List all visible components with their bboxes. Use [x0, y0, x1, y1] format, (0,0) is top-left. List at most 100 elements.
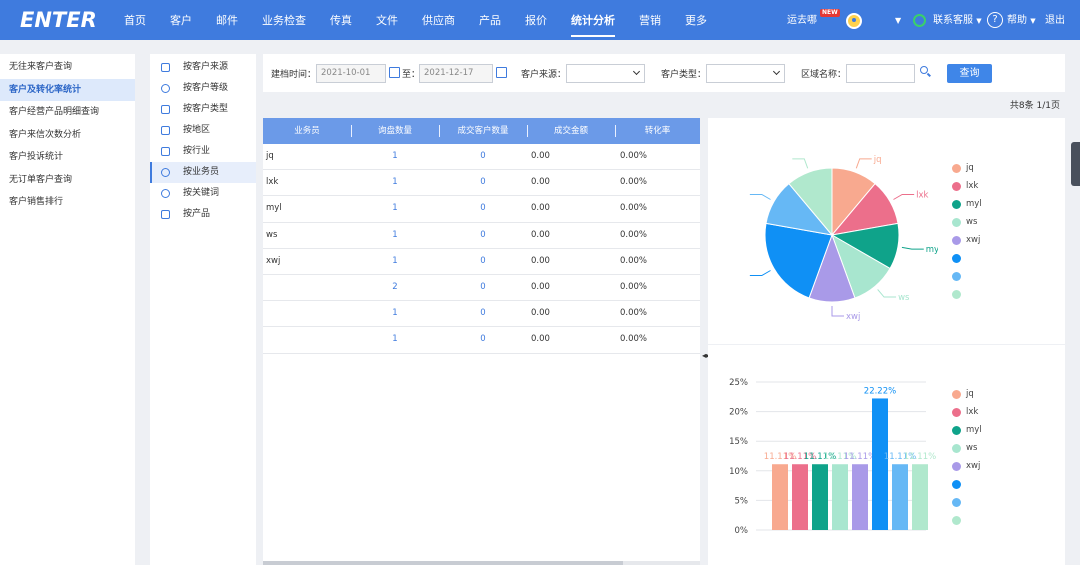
side-drawer-tab[interactable] [1071, 142, 1080, 186]
caret-down-icon[interactable]: ▼ [895, 0, 901, 40]
nav-item-5[interactable]: 文件 [364, 0, 410, 40]
sub-item-3[interactable]: 按地区 [150, 120, 256, 141]
table-row[interactable]: ws 1 0 0.00 0.00% [263, 223, 700, 249]
nav-item-8[interactable]: 报价 [513, 0, 559, 40]
contact-service-link[interactable]: 联系客服 ▼ [933, 0, 982, 40]
nav-item-11[interactable]: 更多 [673, 0, 719, 40]
help-icon[interactable]: ? [987, 12, 1003, 28]
column-header-0[interactable]: 业务员 [263, 118, 351, 144]
bar[interactable] [792, 464, 808, 530]
bar[interactable] [852, 464, 868, 530]
table-row[interactable]: xwj 1 0 0.00 0.00% [263, 249, 700, 275]
calendar-icon[interactable] [389, 67, 400, 78]
legend-item[interactable]: myl [952, 421, 982, 439]
legend-item[interactable]: ws [952, 213, 982, 231]
search-icon[interactable] [920, 66, 928, 74]
column-header-2[interactable]: 成交客户数量 [439, 118, 527, 144]
legend-item[interactable]: ws [952, 439, 982, 457]
legend-item[interactable] [952, 511, 982, 529]
cell-deals[interactable]: 0 [439, 301, 527, 326]
cell-inquiries[interactable]: 1 [351, 249, 439, 274]
cell-deals[interactable]: 0 [439, 275, 527, 300]
sidebar-item-3[interactable]: 客户来信次数分析 [0, 124, 135, 147]
region-input[interactable] [846, 64, 915, 83]
cell-deals[interactable]: 0 [439, 327, 527, 352]
sub-item-7[interactable]: 按产品 [150, 204, 256, 225]
legend-item[interactable] [952, 285, 982, 303]
nav-item-2[interactable]: 邮件 [204, 0, 250, 40]
nav-item-9[interactable]: 统计分析 [559, 0, 627, 40]
bar[interactable] [772, 464, 788, 530]
sub-item-4[interactable]: 按行业 [150, 141, 256, 162]
date-from-input[interactable]: 2021-10-01 [316, 64, 386, 83]
bar[interactable] [892, 464, 908, 530]
column-header-1[interactable]: 询盘数量 [351, 118, 439, 144]
nav-item-4[interactable]: 传真 [318, 0, 364, 40]
table-row[interactable]: lxk 1 0 0.00 0.00% [263, 170, 700, 197]
cell-inquiries[interactable]: 1 [351, 301, 439, 326]
cell-deals[interactable]: 0 [439, 196, 527, 221]
legend-item[interactable]: lxk [952, 403, 982, 421]
sub-item-2[interactable]: 按客户类型 [150, 99, 256, 120]
cell-inquiries[interactable]: 2 [351, 275, 439, 300]
legend-item[interactable]: jq [952, 159, 982, 177]
horizontal-scrollbar[interactable] [263, 561, 700, 565]
sub-item-0[interactable]: 按客户来源 [150, 57, 256, 78]
table-row[interactable]: jq 1 0 0.00 0.00% [263, 144, 700, 171]
bar[interactable] [812, 464, 828, 530]
nav-item-7[interactable]: 产品 [467, 0, 513, 40]
legend-item[interactable] [952, 493, 982, 511]
bar[interactable] [872, 398, 888, 530]
sub-item-5[interactable]: 按业务员 [150, 162, 256, 183]
table-row[interactable]: 2 0 0.00 0.00% [263, 275, 700, 302]
cell-deals[interactable]: 0 [439, 144, 527, 169]
date-to-input[interactable]: 2021-12-17 [419, 64, 493, 83]
cell-deals[interactable]: 0 [439, 223, 527, 248]
sub-item-1[interactable]: 按客户等级 [150, 78, 256, 99]
cell-inquiries[interactable]: 1 [351, 223, 439, 248]
table-row[interactable]: 1 0 0.00 0.00% [263, 301, 700, 328]
cell-inquiries[interactable]: 1 [351, 144, 439, 169]
legend-item[interactable]: xwj [952, 231, 982, 249]
source-select[interactable] [566, 64, 645, 83]
sidebar-item-6[interactable]: 客户销售排行 [0, 191, 135, 214]
sidebar-item-0[interactable]: 无往来客户查询 [0, 56, 135, 79]
legend-item[interactable]: myl [952, 195, 982, 213]
brand-logo[interactable]: ENTER [20, 8, 97, 32]
avatar[interactable] [846, 13, 862, 29]
type-select[interactable] [706, 64, 785, 83]
user-name[interactable]: 运去哪 [787, 0, 817, 40]
nav-item-3[interactable]: 业务检查 [250, 0, 318, 40]
table-row[interactable]: 1 0 0.00 0.00% [263, 327, 700, 354]
sub-item-6[interactable]: 按关键词 [150, 183, 256, 204]
legend-item[interactable]: lxk [952, 177, 982, 195]
calendar-icon[interactable] [496, 67, 507, 78]
sidebar-item-2[interactable]: 客户经营产品明细查询 [0, 101, 135, 124]
sidebar-item-4[interactable]: 客户投诉统计 [0, 146, 135, 169]
cell-inquiries[interactable]: 1 [351, 170, 439, 195]
cell-deals[interactable]: 0 [439, 249, 527, 274]
bar[interactable] [832, 464, 848, 530]
column-header-4[interactable]: 转化率 [615, 118, 700, 144]
help-link[interactable]: 帮助 ▼ [1007, 0, 1036, 40]
legend-item[interactable]: xwj [952, 457, 982, 475]
column-header-3[interactable]: 成交金额 [527, 118, 615, 144]
query-button[interactable]: 查询 [947, 64, 992, 83]
y-tick-label: 10% [729, 467, 748, 477]
legend-item[interactable] [952, 475, 982, 493]
nav-item-10[interactable]: 营销 [627, 0, 673, 40]
nav-item-6[interactable]: 供应商 [410, 0, 467, 40]
logout-link[interactable]: 退出 [1045, 0, 1065, 40]
nav-item-0[interactable]: 首页 [112, 0, 158, 40]
legend-item[interactable] [952, 267, 982, 285]
legend-item[interactable] [952, 249, 982, 267]
cell-deals[interactable]: 0 [439, 170, 527, 195]
table-row[interactable]: myl 1 0 0.00 0.00% [263, 196, 700, 223]
sidebar-item-1[interactable]: 客户及转化率统计 [0, 78, 135, 101]
bar[interactable] [912, 464, 928, 530]
legend-item[interactable]: jq [952, 385, 982, 403]
sidebar-item-5[interactable]: 无订单客户查询 [0, 169, 135, 192]
cell-inquiries[interactable]: 1 [351, 327, 439, 352]
cell-inquiries[interactable]: 1 [351, 196, 439, 221]
nav-item-1[interactable]: 客户 [158, 0, 204, 40]
